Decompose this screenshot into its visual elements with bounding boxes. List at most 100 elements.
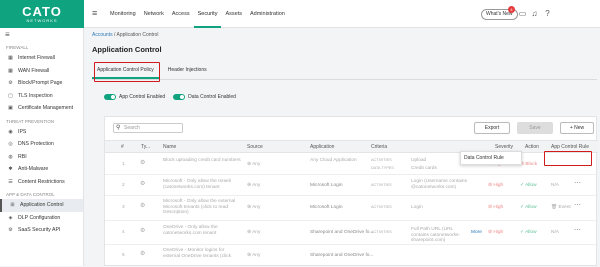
col-number: # <box>121 144 124 150</box>
sidebar-item-anti-malware[interactable]: ✱ Anti-Malware <box>0 163 83 176</box>
severity-badge: ⊘ High <box>488 230 504 235</box>
sidebar-item-block-prompt-page[interactable]: ⚙ Block/Prompt Page <box>0 77 83 90</box>
bell-icon[interactable]: ♫ <box>530 9 539 18</box>
source-value: ⊕ Any <box>247 230 261 235</box>
rule-type-icon: ⚙ <box>140 203 146 209</box>
more-options-icon[interactable]: ⋯ <box>574 202 581 208</box>
sidebar-item-dns-protection[interactable]: ◎ DNS Protection <box>0 138 83 151</box>
logo-tagline: NETWORKS <box>26 18 58 23</box>
table-row[interactable]: 3 ⚙ Microsoft - Only allow the external … <box>105 196 598 221</box>
notification-badge: 4 <box>508 6 515 13</box>
col-name[interactable]: Name <box>163 141 176 153</box>
table-row[interactable]: 1 ⚙ Block uploading credit card numbers … <box>105 154 598 175</box>
sidebar-item-label: Internet Firewall <box>18 55 55 62</box>
export-button[interactable]: Export <box>474 122 510 134</box>
col-type[interactable]: Ty... <box>141 141 150 153</box>
nav-tab-security[interactable]: Security <box>193 0 222 28</box>
nav-tab-administration[interactable]: Administration <box>246 0 289 28</box>
col-source[interactable]: Source <box>247 141 263 153</box>
source-value: ⊕ Any <box>247 162 261 167</box>
table-row[interactable]: 5 ⚙ OneDrive - Monitor logins for extern… <box>105 245 598 267</box>
criteria-tag: ACTIVITIES <box>371 183 392 187</box>
criteria-value: Full Path URL (URL contains catonetworks… <box>411 227 461 243</box>
sidebar-item-tls-inspection[interactable]: ▢ TLS Inspection <box>0 90 83 103</box>
row-number: 1 <box>122 162 125 167</box>
data-control-toggle[interactable] <box>173 94 186 100</box>
sidebar-item-application-control[interactable]: ⊞ Application Control <box>0 199 83 212</box>
severity-text: High <box>493 183 504 188</box>
criteria-value: Upload <box>411 158 427 163</box>
criteria-value: Credit cards <box>411 166 437 171</box>
sidebar-item-label: Certificate Management <box>18 105 74 112</box>
dlp-icon: ◈ <box>8 214 13 221</box>
app-control-rule-value: 🗑 Event <box>551 205 571 210</box>
sidebar-item-label: DLP Configuration <box>18 214 61 221</box>
popup-label: Data Control Rule <box>464 155 504 161</box>
sidebar-item-saas-security-api[interactable]: ⚙ SaaS Security API <box>0 224 83 237</box>
gear-icon: ⚙ <box>8 80 13 87</box>
severity-badge: ⊘ High <box>488 205 504 210</box>
nav-tab-assets[interactable]: Assets <box>221 0 246 28</box>
data-control-rule-menu-item[interactable]: Data Control Rule <box>460 151 522 165</box>
collapse-sidebar-icon[interactable]: ≡ <box>0 28 83 41</box>
application-value: Sharepoint and OneDrive fo... <box>310 253 374 258</box>
rule-type-icon: ⚙ <box>140 181 146 187</box>
sidebar-group-threat-prevention: THREAT PREVENTION <box>6 118 55 124</box>
rule-name: Block uploading credit card numbers <box>163 158 241 163</box>
logo-text: CATO <box>22 4 62 19</box>
app-control-rule-value: N/A <box>551 230 559 235</box>
bug-icon: ✱ <box>8 166 13 173</box>
firewall-icon: ▦ <box>8 55 13 62</box>
more-options-icon[interactable]: ⋯ <box>574 227 581 233</box>
search-input[interactable]: ⚲ Search <box>113 123 183 133</box>
sub-tabs: Application Control Policy Header Inject… <box>92 63 597 80</box>
nav-tab-monitoring[interactable]: Monitoring <box>106 0 140 28</box>
sidebar-item-label: DNS Protection <box>18 141 54 148</box>
cato-logo[interactable]: CATO NETWORKS <box>0 0 84 28</box>
action-badge: ⊘ Block <box>520 162 538 167</box>
sidebar-item-label: Anti-Malware <box>18 166 49 173</box>
criteria-more-link[interactable]: More <box>471 230 482 236</box>
source-value: ⊕ Any <box>247 253 261 258</box>
more-options-icon[interactable]: ⋯ <box>574 180 581 186</box>
menu-icon[interactable]: ≡ <box>92 9 100 18</box>
action-text: Allow <box>525 230 537 235</box>
action-badge: ✓ Allow <box>520 230 537 235</box>
sidebar-group-app-data-control: APP & DATA CONTROL <box>6 192 55 197</box>
sidebar-item-rbi[interactable]: ◍ RBI <box>0 151 83 164</box>
col-criteria[interactable]: Criteria <box>371 141 387 153</box>
top-bar: CATO NETWORKS ≡ Monitoring Network Acces… <box>0 0 600 28</box>
sidebar-item-wan-firewall[interactable]: ▦ WAN Firewall <box>0 65 83 78</box>
application-value: Microsoft Login <box>310 205 343 210</box>
action-text: Allow <box>525 205 537 210</box>
sidebar-item-label: WAN Firewall <box>18 67 50 74</box>
new-rule-button[interactable]: + New <box>560 122 594 134</box>
rule-name: Microsoft - Only allow the Israeli (cato… <box>163 179 231 190</box>
col-action[interactable]: Action <box>525 141 539 153</box>
nav-tab-access[interactable]: Access <box>168 0 194 28</box>
sidebar-item-content-restrictions[interactable]: ☰ Content Restrictions <box>0 176 83 189</box>
save-button[interactable]: Save <box>517 122 553 134</box>
source-text: Any <box>252 183 261 188</box>
sidebar-item-certificate-management[interactable]: ▣ Certificate Management <box>0 102 83 115</box>
source-value: ⊕ Any <box>247 183 261 188</box>
sidebar-item-dlp-configuration[interactable]: ◈ DLP Configuration <box>0 212 83 225</box>
tab-header-injections[interactable]: Header Injections <box>163 63 212 79</box>
sidebar-item-internet-firewall[interactable]: ▦ Internet Firewall <box>0 52 83 65</box>
sidebar: ≡ FIREWALL ▦ Internet Firewall ▦ WAN Firew… <box>0 28 84 266</box>
row-number: 3 <box>122 205 125 210</box>
table-row[interactable]: 4 ⚙ OneDrive - Only allow the catonetwor… <box>105 221 598 245</box>
chat-icon[interactable]: ▭ <box>518 9 527 18</box>
help-icon[interactable]: ? <box>543 9 552 18</box>
app-control-toggle[interactable] <box>104 94 116 100</box>
nav-tab-network[interactable]: Network <box>140 0 168 28</box>
application-value: Any Cloud Application <box>310 158 357 163</box>
main-nav: Monitoring Network Access Security Asset… <box>106 0 289 28</box>
table-row[interactable]: 2 ⚙ Microsoft - Only allow the Israeli (… <box>105 175 598 196</box>
severity-badge: ⊘ High <box>488 183 504 188</box>
rule-text: Event <box>558 205 571 210</box>
col-application[interactable]: Application <box>310 141 334 153</box>
breadcrumb-accounts-link[interactable]: Accounts <box>92 32 113 38</box>
dns-icon: ◎ <box>8 141 13 148</box>
sidebar-item-ips[interactable]: ◉ IPS <box>0 126 83 139</box>
